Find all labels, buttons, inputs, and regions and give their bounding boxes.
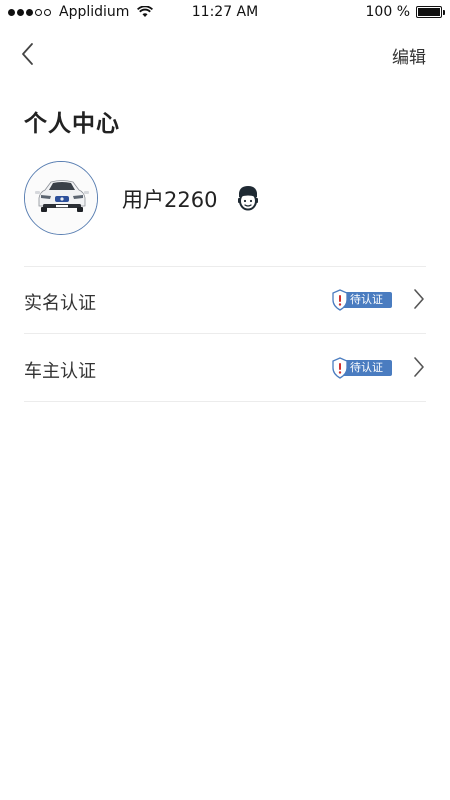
shield-alert-icon: [332, 289, 348, 311]
edit-button[interactable]: 编辑: [392, 43, 426, 68]
list-item-label: 实名认证: [24, 293, 96, 314]
avatar[interactable]: [24, 161, 98, 235]
status-badge: 待认证: [332, 357, 392, 379]
battery-icon: [416, 6, 445, 18]
chevron-right-icon: [414, 289, 424, 309]
chevron-right-icon: [414, 357, 424, 377]
back-button[interactable]: [16, 40, 40, 68]
list-item-real-name-verification[interactable]: 实名认证 待认证: [24, 267, 426, 333]
badge-label: 待认证: [350, 293, 383, 306]
username: 用户2260: [122, 188, 218, 212]
male-face-icon: [238, 186, 258, 211]
list-item-owner-verification[interactable]: 车主认证 待认证: [24, 335, 426, 401]
status-bar: Applidium 11:27 AM 100 %: [0, 0, 450, 26]
battery-fill: [418, 8, 440, 16]
page-title: 个人中心: [24, 111, 120, 137]
list-item-label: 车主认证: [24, 361, 96, 382]
battery-percent: 100 %: [365, 4, 410, 20]
car-avatar-image: [25, 162, 97, 234]
shield-alert-icon: [332, 357, 348, 379]
chevron-left-icon: [22, 43, 33, 65]
status-badge: 待认证: [332, 289, 392, 311]
divider: [24, 401, 426, 402]
badge-label: 待认证: [350, 361, 383, 374]
status-right: 100 %: [365, 4, 445, 20]
divider: [24, 333, 426, 334]
